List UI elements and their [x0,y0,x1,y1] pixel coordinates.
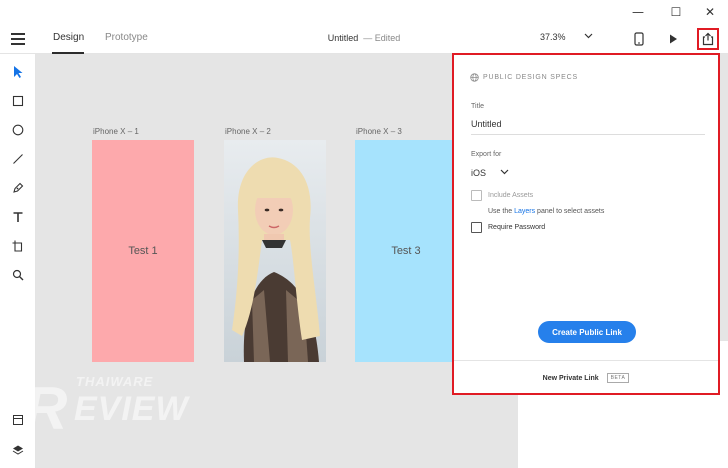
artboard-3[interactable]: Test 3 [355,140,457,362]
chevron-down-icon[interactable] [584,30,593,44]
line-icon[interactable] [8,149,28,169]
artboard-2[interactable] [224,140,326,362]
artboard-label[interactable]: iPhone X – 2 [225,127,271,136]
title-input[interactable]: Untitled [471,119,705,135]
watermark-logo: R THAIWARE EVIEW [20,372,230,442]
share-icon[interactable] [697,28,719,50]
layers-icon[interactable] [8,440,28,460]
document-title: Untitled — Edited [0,33,728,43]
device-phone-icon[interactable] [628,28,650,50]
require-password-label: Require Password [488,224,546,231]
chevron-down-icon[interactable] [500,166,509,180]
require-password-checkbox[interactable] [471,222,482,233]
panel-divider [454,360,718,361]
artboard-text: Test 1 [128,245,158,257]
zoom-level[interactable]: 37.3% [540,32,566,42]
artboard-1[interactable]: Test 1 [92,140,194,362]
artboard-label[interactable]: iPhone X – 3 [356,127,402,136]
hint-prefix: Use the [488,208,513,215]
document-name: Untitled [327,33,359,43]
export-select[interactable]: iOS [471,168,486,178]
assets-hint: Use the Layers panel to select assets [488,208,604,215]
pen-icon[interactable] [8,178,28,198]
export-label: Export for [471,151,502,158]
artboard-label[interactable]: iPhone X – 1 [93,127,139,136]
private-link-label[interactable]: New Private Link [543,375,599,382]
create-public-link-button[interactable]: Create Public Link [538,321,636,343]
watermark-letter: R [24,375,68,442]
panel-heading: PUBLIC DESIGN SPECS [470,73,578,82]
include-assets-checkbox[interactable] [471,190,482,201]
panel-heading-text: PUBLIC DESIGN SPECS [483,74,578,81]
text-icon[interactable] [8,207,28,227]
play-icon[interactable] [662,28,684,50]
close-button[interactable]: ✕ [692,0,728,24]
hint-suffix: panel to select assets [537,208,605,215]
zoom-icon[interactable] [8,265,28,285]
rectangle-icon[interactable] [8,91,28,111]
include-assets-label: Include Assets [488,192,534,199]
share-panel: PUBLIC DESIGN SPECS Title Untitled Expor… [452,53,720,395]
app-toolbar: Design Prototype Untitled — Edited 37.3% [0,24,728,54]
layers-link[interactable]: Layers [514,208,535,215]
document-status: — Edited [363,33,401,43]
maximize-button[interactable]: ☐ [658,0,694,24]
portrait-image [224,140,326,362]
artboard-text: Test 3 [391,245,421,257]
new-private-link[interactable]: New Private Link BETA [454,373,718,383]
title-label: Title [471,103,484,110]
globe-icon [470,73,479,82]
ellipse-icon[interactable] [8,120,28,140]
artboard-icon[interactable] [8,236,28,256]
watermark-top: THAIWARE [76,374,154,389]
watermark-main: EVIEW [74,390,189,428]
beta-badge: BETA [606,373,630,383]
window-titlebar: — ☐ ✕ [0,0,728,24]
select-icon[interactable] [8,62,28,82]
minimize-button[interactable]: — [620,0,656,24]
